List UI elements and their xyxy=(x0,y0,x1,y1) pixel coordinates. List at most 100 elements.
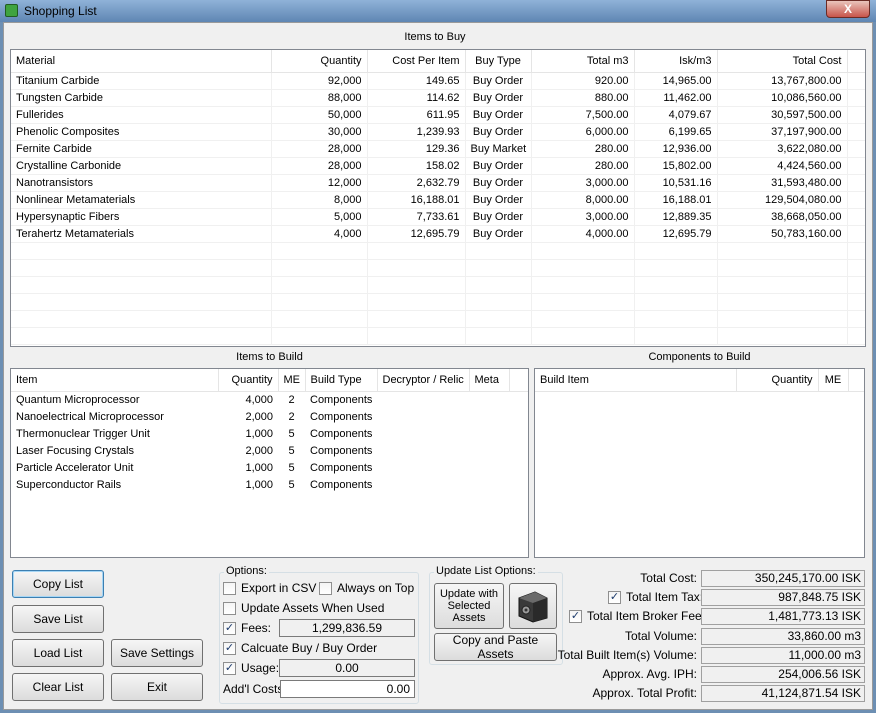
empty-cell xyxy=(847,174,865,192)
cell xyxy=(509,408,528,425)
total-item-tax-checkbox[interactable]: ✓ Total Item Tax: xyxy=(608,590,703,604)
copy-list-button[interactable]: Copy List xyxy=(12,570,104,598)
list-item[interactable]: Nanoelectrical Microprocessor 2,000 2 Compo… xyxy=(11,408,528,425)
cell: 7,733.61 xyxy=(367,208,466,226)
close-button[interactable]: X xyxy=(826,0,870,18)
empty-cell xyxy=(847,140,865,158)
cell: 2,000 xyxy=(245,444,273,457)
col-decryptor-relic[interactable]: Decryptor / Relic xyxy=(377,369,470,392)
empty-cell xyxy=(367,293,466,311)
list-item[interactable]: Superconductor Rails 1,000 5 Components xyxy=(11,476,528,493)
always-on-top-checkbox[interactable]: Always on Top xyxy=(319,581,414,595)
update-assets-box[interactable] xyxy=(223,601,236,615)
table-row[interactable] xyxy=(11,242,865,260)
safe-button[interactable] xyxy=(509,583,557,629)
calc-buy-order-box[interactable]: ✓ xyxy=(223,641,236,655)
clear-list-button[interactable]: Clear List xyxy=(12,673,104,701)
col-buy-type[interactable]: Buy Type xyxy=(465,50,532,73)
col-build-item[interactable]: Build Item xyxy=(535,369,737,392)
table-row[interactable] xyxy=(11,276,865,294)
col-quantity[interactable]: Quantity xyxy=(271,50,368,73)
calc-buy-order-checkbox[interactable]: ✓ Calcuate Buy / Buy Order xyxy=(223,641,377,655)
cell xyxy=(509,425,528,442)
total-broker-fees-box[interactable]: ✓ xyxy=(569,609,582,623)
total-item-tax-box[interactable]: ✓ xyxy=(608,590,621,604)
total-broker-fees-checkbox[interactable]: ✓ Total Item Broker Fees: xyxy=(569,609,711,623)
table-row[interactable]: Fernite Carbide 28,000 129.36 Buy Market 280… xyxy=(11,140,865,158)
save-settings-button[interactable]: Save Settings xyxy=(111,639,203,667)
col-quantity[interactable]: Quantity xyxy=(218,369,279,392)
always-on-top-box[interactable] xyxy=(319,581,332,595)
usage-box[interactable]: ✓ xyxy=(223,661,236,675)
cell: 129,504,080.00 xyxy=(717,191,848,209)
export-csv-checkbox[interactable]: Export in CSV xyxy=(223,581,316,595)
list-item[interactable]: Laser Focusing Crystals 2,000 5 Components xyxy=(11,442,528,459)
exit-button[interactable]: Exit xyxy=(111,673,203,701)
table-row[interactable] xyxy=(11,259,865,277)
table-row[interactable]: Fullerides 50,000 611.95 Buy Order 7,500.00 4… xyxy=(11,106,865,124)
col-item[interactable]: Item xyxy=(11,369,219,392)
fees-checkbox[interactable]: ✓ Fees: xyxy=(223,621,271,635)
cell xyxy=(509,459,528,476)
table-row[interactable]: Nonlinear Metamaterials 8,000 16,188.01 Buy… xyxy=(11,191,865,209)
update-assets-checkbox[interactable]: Update Assets When Used xyxy=(223,601,384,615)
update-with-selected-assets-button[interactable]: Update with Selected Assets xyxy=(434,583,504,629)
col-me[interactable]: ME xyxy=(278,369,306,392)
cell: Titanium Carbide xyxy=(11,72,272,90)
items-to-build-title: Items to Build xyxy=(236,351,303,363)
col-meta[interactable]: Meta xyxy=(469,369,510,392)
table-row[interactable] xyxy=(11,310,865,328)
table-row[interactable]: Titanium Carbide 92,000 149.65 Buy Order 920… xyxy=(11,72,865,90)
empty-cell xyxy=(847,89,865,107)
list-item[interactable]: Particle Accelerator Unit 1,000 5 Component… xyxy=(11,459,528,476)
table-row[interactable]: Crystalline Carbonide 28,000 158.02 Buy Ord… xyxy=(11,157,865,175)
col-material[interactable]: Material xyxy=(11,50,272,73)
cell: 15,802.00 xyxy=(634,157,718,175)
cell: 5 xyxy=(288,461,295,474)
table-row[interactable]: Tungsten Carbide 88,000 114.62 Buy Order 880… xyxy=(11,89,865,107)
usage-field[interactable]: 0.00 xyxy=(279,659,415,677)
empty-cell xyxy=(717,276,848,294)
col-quantity[interactable]: Quantity xyxy=(736,369,819,392)
empty-cell xyxy=(531,293,635,311)
col-build-type[interactable]: Build Type xyxy=(305,369,378,392)
col-isk-m3[interactable]: Isk/m3 xyxy=(634,50,718,73)
col-total-cost[interactable]: Total Cost xyxy=(717,50,848,73)
empty-cell xyxy=(271,327,368,345)
cell: Buy Order xyxy=(465,123,532,141)
list-item[interactable]: Quantum Microprocessor 4,000 2 Components xyxy=(11,391,528,408)
table-row[interactable]: Terahertz Metamaterials 4,000 12,695.79 Buy… xyxy=(11,225,865,243)
col-cost-per-item[interactable]: Cost Per Item xyxy=(367,50,466,73)
table-row[interactable] xyxy=(11,327,865,345)
cell: 10,531.16 xyxy=(634,174,718,192)
components-to-build-list[interactable]: Build Item Quantity ME xyxy=(534,368,865,558)
table-row[interactable]: Phenolic Composites 30,000 1,239.93 Buy Ord… xyxy=(11,123,865,141)
load-list-button[interactable]: Load List xyxy=(12,639,104,667)
items-to-buy-list[interactable]: Material Quantity Cost Per Item Buy Type Tot… xyxy=(10,49,866,347)
fees-field[interactable]: 1,299,836.59 xyxy=(279,619,415,637)
cell xyxy=(377,408,469,425)
items-to-build-list[interactable]: Item Quantity ME Build Type Decryptor / Reli… xyxy=(10,368,529,558)
cell: 1,000 xyxy=(245,461,273,474)
usage-checkbox[interactable]: ✓ Usage: xyxy=(223,661,279,675)
fees-box[interactable]: ✓ xyxy=(223,621,236,635)
empty-cell xyxy=(465,310,532,328)
cell: 3,000.00 xyxy=(531,208,635,226)
table-row[interactable]: Nanotransistors 12,000 2,632.79 Buy Order 3,… xyxy=(11,174,865,192)
addl-costs-field[interactable]: 0.00 xyxy=(280,680,415,698)
cell: 1,239.93 xyxy=(367,123,466,141)
save-list-button[interactable]: Save List xyxy=(12,605,104,633)
cell: 13,767,800.00 xyxy=(717,72,848,90)
table-row[interactable] xyxy=(11,293,865,311)
cell: 2 xyxy=(288,393,295,406)
col-me[interactable]: ME xyxy=(818,369,849,392)
total-built-volume-value: 11,000.00 m3 xyxy=(701,647,865,664)
empty-cell xyxy=(531,242,635,260)
list-item[interactable]: Thermonuclear Trigger Unit 1,000 5 Componen… xyxy=(11,425,528,442)
avg-iph-value: 254,006.56 ISK xyxy=(701,666,865,683)
table-row[interactable]: Hypersynaptic Fibers 5,000 7,733.61 Buy Ord… xyxy=(11,208,865,226)
export-csv-box[interactable] xyxy=(223,581,236,595)
copy-and-paste-assets-button[interactable]: Copy and Paste Assets xyxy=(434,633,557,661)
col-total-m3[interactable]: Total m3 xyxy=(531,50,635,73)
total-profit-label: Approx. Total Profit: xyxy=(592,686,698,700)
